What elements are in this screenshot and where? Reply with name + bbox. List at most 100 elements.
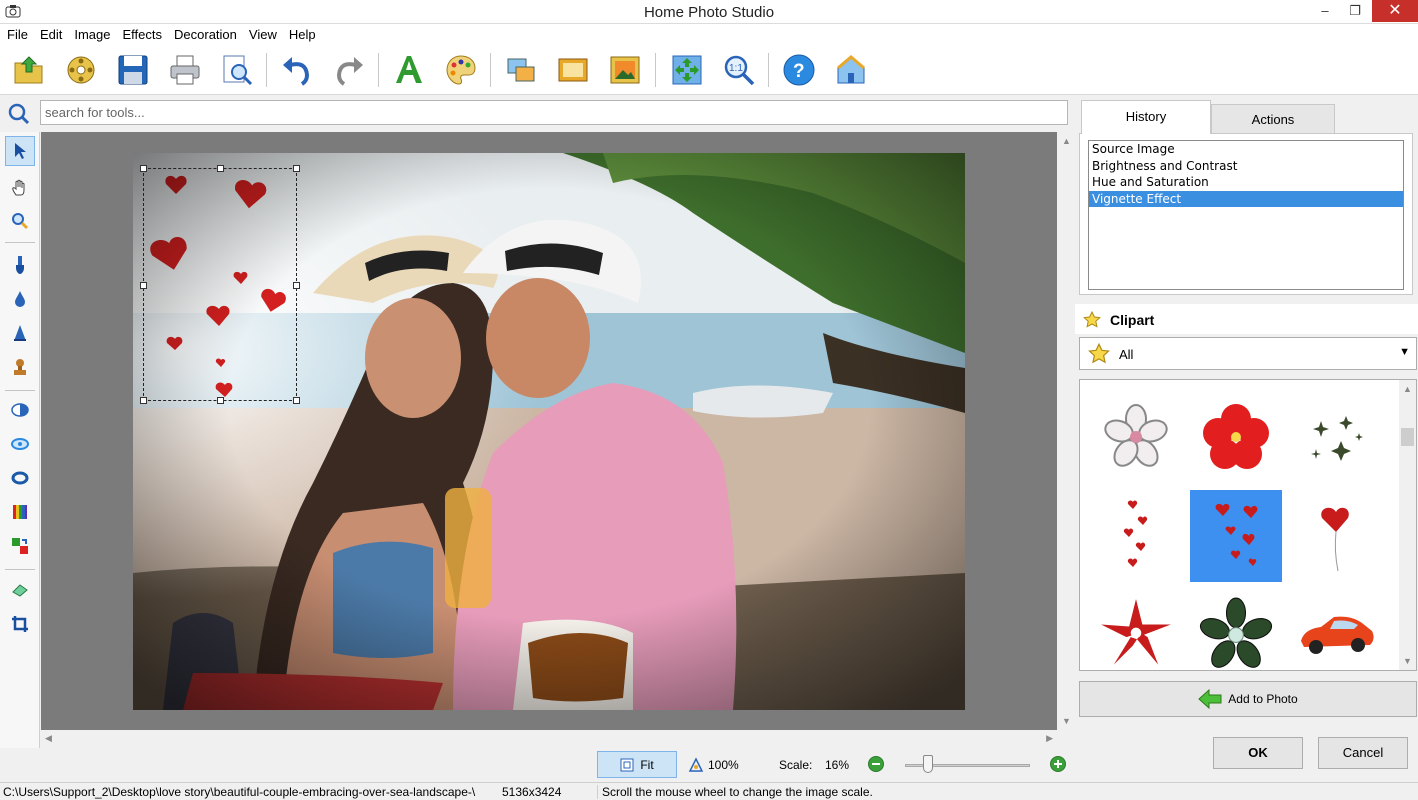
minimize-button[interactable]: ‒: [1310, 0, 1340, 22]
resize-handle[interactable]: [217, 397, 224, 404]
cancel-button[interactable]: Cancel: [1318, 737, 1408, 769]
resize-handle[interactable]: [140, 397, 147, 404]
red-eye-icon[interactable]: [5, 429, 35, 459]
preview-icon[interactable]: [218, 51, 256, 89]
chevron-down-icon: ▼: [1399, 346, 1410, 358]
clipart-selection[interactable]: [140, 165, 300, 404]
menu-view[interactable]: View: [242, 24, 282, 42]
title-bar: Home Photo Studio ‒ ❐ ✕: [0, 0, 1418, 24]
actual-size-label: 100%: [708, 757, 739, 772]
resize-handle[interactable]: [293, 165, 300, 172]
status-dimensions: 5136x3424: [502, 785, 562, 799]
photo-frame-icon[interactable]: [606, 51, 644, 89]
scroll-right-icon[interactable]: ▶: [1046, 733, 1053, 744]
clipart-item-red-hibiscus[interactable]: [1190, 390, 1282, 482]
zoom-out-icon[interactable]: [868, 756, 884, 772]
menu-decoration[interactable]: Decoration: [167, 24, 242, 42]
resize-handle[interactable]: [293, 282, 300, 289]
history-item-selected[interactable]: Vignette Effect: [1089, 190, 1403, 208]
replace-color-icon[interactable]: [5, 531, 35, 561]
history-item[interactable]: Hue and Saturation: [1089, 174, 1403, 191]
left-tool-panel: [0, 132, 40, 782]
scroll-up-icon[interactable]: ▲: [1403, 384, 1412, 394]
save-icon[interactable]: [114, 51, 152, 89]
svg-text:1:1: 1:1: [729, 63, 743, 74]
menu-image[interactable]: Image: [67, 24, 115, 42]
clipart-item-scattered-hearts[interactable]: [1190, 490, 1282, 582]
cone-icon[interactable]: [5, 318, 35, 348]
image-canvas[interactable]: [41, 132, 1057, 730]
resize-handle[interactable]: [293, 397, 300, 404]
resize-handle[interactable]: [140, 165, 147, 172]
menu-effects[interactable]: Effects: [116, 24, 168, 42]
contrast-icon[interactable]: [5, 395, 35, 425]
drop-icon[interactable]: [5, 284, 35, 314]
zoom-icon[interactable]: [5, 206, 35, 236]
menu-edit[interactable]: Edit: [33, 24, 67, 42]
status-bar: C:\Users\Support_2\Desktop\love story\be…: [0, 782, 1418, 800]
resize-handle[interactable]: [217, 165, 224, 172]
zoom-in-icon[interactable]: [1050, 756, 1066, 772]
eraser-icon[interactable]: [5, 575, 35, 605]
arrow-left-icon: [1198, 689, 1222, 709]
actual-size-button[interactable]: 100%: [688, 751, 748, 778]
text-icon[interactable]: [390, 51, 428, 89]
scrollbar-thumb[interactable]: [1401, 428, 1414, 446]
close-button[interactable]: ✕: [1372, 0, 1418, 22]
add-to-photo-button[interactable]: Add to Photo: [1079, 681, 1417, 717]
crop-icon[interactable]: [5, 609, 35, 639]
clipart-category-select[interactable]: All ▼: [1079, 337, 1417, 370]
tab-actions[interactable]: Actions: [1211, 104, 1335, 134]
canvas-vertical-scrollbar[interactable]: ▲ ▼: [1057, 132, 1075, 730]
collage-icon[interactable]: [502, 51, 540, 89]
pointer-icon[interactable]: [5, 136, 35, 166]
clipart-item-green-sparkles[interactable]: [1290, 390, 1382, 482]
clipart-item-red-flower[interactable]: [1090, 588, 1182, 670]
history-item[interactable]: Brightness and Contrast: [1089, 158, 1403, 175]
palette-icon[interactable]: [442, 51, 480, 89]
clipart-item-red-car[interactable]: [1290, 588, 1382, 670]
history-panel: Source Image Brightness and Contrast Hue…: [1079, 133, 1413, 295]
clipart-grid[interactable]: ▲ ▼: [1079, 379, 1417, 671]
undo-icon[interactable]: [278, 51, 316, 89]
print-icon[interactable]: [166, 51, 204, 89]
hand-icon[interactable]: [5, 172, 35, 202]
zoom-slider-thumb[interactable]: [923, 755, 933, 773]
open-icon[interactable]: [10, 51, 48, 89]
fit-window-icon[interactable]: [668, 51, 706, 89]
actual-size-icon[interactable]: 1:1: [720, 51, 758, 89]
camera-roll-icon[interactable]: [62, 51, 100, 89]
scroll-up-icon[interactable]: ▲: [1062, 136, 1071, 146]
help-icon[interactable]: ?: [780, 51, 818, 89]
clipart-item-white-flower[interactable]: [1090, 390, 1182, 482]
brush-icon[interactable]: [5, 250, 35, 280]
resize-handle[interactable]: [140, 282, 147, 289]
search-input[interactable]: [40, 100, 1068, 125]
magnifier-icon: [688, 756, 704, 772]
frame-icon[interactable]: [554, 51, 592, 89]
color-levels-icon[interactable]: [5, 497, 35, 527]
restore-button[interactable]: ❐: [1340, 0, 1370, 22]
svg-text:?: ?: [793, 61, 805, 82]
menu-help[interactable]: Help: [282, 24, 321, 42]
menu-file[interactable]: File: [0, 24, 33, 42]
clipart-item-heart-balloon[interactable]: [1290, 490, 1382, 582]
history-item[interactable]: Source Image: [1089, 141, 1403, 158]
ring-icon[interactable]: [5, 463, 35, 493]
scroll-left-icon[interactable]: ◀: [45, 733, 52, 744]
ok-button[interactable]: OK: [1213, 737, 1303, 769]
canvas-horizontal-scrollbar[interactable]: ◀ ▶: [41, 730, 1057, 748]
scroll-down-icon[interactable]: ▼: [1403, 656, 1412, 666]
stamp-icon[interactable]: [5, 352, 35, 382]
scroll-down-icon[interactable]: ▼: [1062, 716, 1071, 726]
history-list[interactable]: Source Image Brightness and Contrast Hue…: [1088, 140, 1404, 290]
clipart-item-small-hearts-string[interactable]: [1090, 490, 1182, 582]
tab-history[interactable]: History: [1081, 100, 1211, 134]
clipart-item-green-flower[interactable]: [1190, 588, 1282, 670]
star-icon: [1088, 343, 1110, 364]
clipart-scrollbar[interactable]: ▲ ▼: [1399, 380, 1416, 670]
search-icon: [8, 103, 30, 125]
redo-icon[interactable]: [330, 51, 368, 89]
fit-button[interactable]: Fit: [597, 751, 677, 778]
home-icon[interactable]: [832, 51, 870, 89]
